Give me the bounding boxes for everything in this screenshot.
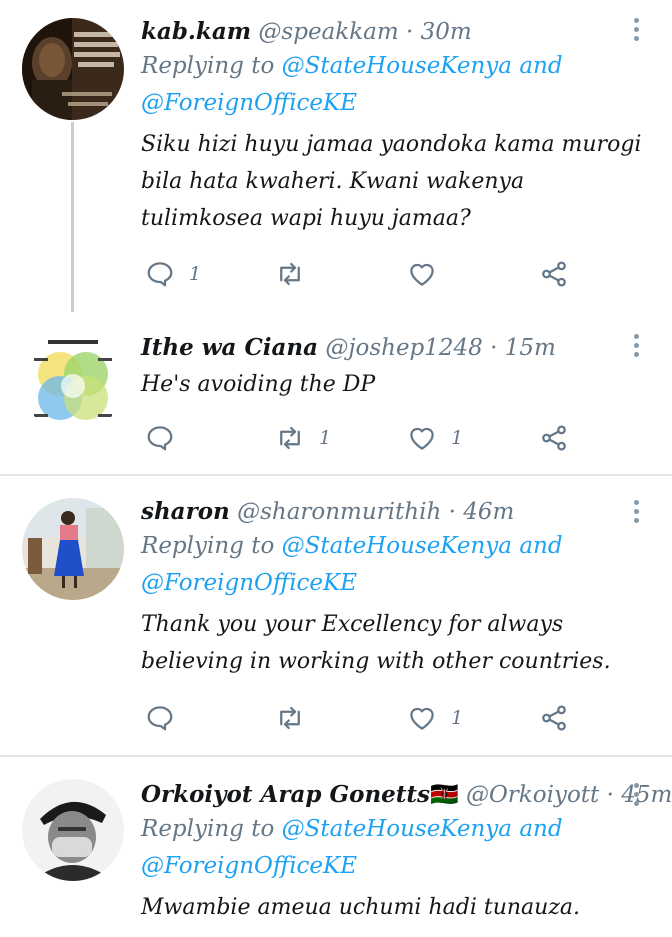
retweet-button[interactable] [275, 254, 319, 294]
retweet-icon [280, 426, 300, 450]
timestamp[interactable]: 30m [421, 19, 472, 45]
timestamp[interactable]: 15m [505, 335, 556, 361]
replying-to: Replying to @StateHouseKenya and @Foreig… [141, 811, 642, 885]
reply-button[interactable] [145, 418, 189, 458]
mention-link[interactable]: @StateHouseKenya [282, 53, 512, 79]
retweet-icon [280, 706, 300, 730]
mention-link[interactable]: @StateHouseKenya [282, 816, 512, 842]
mention-link[interactable]: @StateHouseKenya [282, 533, 512, 559]
avatar[interactable] [22, 18, 124, 120]
replying-to-label: Replying to [141, 816, 275, 842]
share-icon [542, 425, 566, 451]
display-name[interactable]: Orkoiyot Arap Gonetts [141, 781, 430, 808]
retweet-icon [280, 262, 300, 286]
tweet-body: kab.kam @speakkam · 30m Replying to @Sta… [141, 16, 642, 237]
heart-icon [410, 427, 434, 450]
tweet-actions: 1 1 [141, 418, 581, 458]
share-icon [542, 261, 566, 287]
venn-diagram-avatar-icon [22, 332, 124, 434]
reply-icon [147, 706, 173, 731]
replying-to: Replying to @StateHouseKenya and @Foreig… [141, 528, 642, 602]
more-options-icon[interactable] [630, 783, 642, 811]
reply-icon [147, 262, 173, 287]
thread-line [71, 122, 74, 312]
retweet-button[interactable]: 1 [275, 418, 331, 458]
display-name[interactable]: kab.kam [141, 18, 251, 45]
tweet-actions: 1 [141, 254, 581, 294]
and-label: and [519, 53, 563, 79]
kenya-flag-icon: 🇰🇪 [430, 782, 459, 808]
display-name[interactable]: Ithe wa Ciana [141, 334, 318, 361]
user-handle[interactable]: @sharonmurithih [237, 499, 441, 525]
separator-dot: · [405, 19, 414, 45]
tweet[interactable]: kab.kam @speakkam · 30m Replying to @Sta… [0, 0, 672, 320]
user-handle[interactable]: @Orkoiyott [466, 782, 599, 808]
heart-icon [410, 263, 434, 286]
tweet-body: sharon @sharonmurithih · 46m Replying to… [141, 496, 642, 680]
like-count: 1 [451, 427, 464, 449]
timestamp[interactable]: 46m [463, 499, 514, 525]
tweet-feed: kab.kam @speakkam · 30m Replying to @Sta… [0, 0, 672, 937]
mention-link[interactable]: @ForeignOfficeKE [141, 570, 357, 596]
tweet-text: Siku hizi huyu jamaa yaondoka kama murog… [141, 132, 642, 231]
tweet[interactable]: Orkoiyot Arap Gonetts🇰🇪 @Orkoiyott · 45m… [0, 757, 672, 937]
tweet-header: sharon @sharonmurithih · 46m [141, 496, 642, 528]
tweet-actions: 1 [141, 698, 581, 738]
user-handle[interactable]: @joshep1248 [325, 335, 482, 361]
share-button[interactable] [539, 254, 569, 294]
tweet-body: Orkoiyot Arap Gonetts🇰🇪 @Orkoiyott · 45m… [141, 779, 672, 926]
like-button[interactable] [407, 254, 451, 294]
avatar[interactable] [22, 498, 124, 600]
share-button[interactable] [539, 698, 569, 738]
more-options-icon[interactable] [630, 500, 642, 528]
more-options-icon[interactable] [630, 334, 642, 362]
tweet-text: He's avoiding the DP [141, 372, 376, 397]
and-label: and [519, 816, 563, 842]
separator-dot: · [606, 782, 614, 808]
retweet-count: 1 [319, 427, 332, 449]
replying-to-label: Replying to [141, 53, 275, 79]
separator-dot: · [490, 335, 498, 361]
tweet-header: Orkoiyot Arap Gonetts🇰🇪 @Orkoiyott · 45m [141, 779, 672, 811]
reply-button[interactable]: 1 [145, 254, 201, 294]
reply-button[interactable] [145, 698, 189, 738]
heart-icon [410, 707, 434, 730]
tweet[interactable]: Ithe wa Ciana @joshep1248 · 15m He's avo… [0, 320, 672, 475]
avatar[interactable] [22, 779, 124, 881]
separator-dot: · [448, 499, 456, 525]
share-button[interactable] [539, 418, 569, 458]
tweet-header: Ithe wa Ciana @joshep1248 · 15m [141, 332, 642, 364]
retweet-button[interactable] [275, 698, 319, 738]
mlk-quote-avatar-icon [22, 18, 124, 120]
reply-count: 1 [189, 263, 202, 285]
replying-to: Replying to @StateHouseKenya and @Foreig… [141, 48, 642, 122]
mention-link[interactable]: @ForeignOfficeKE [141, 90, 357, 116]
like-button[interactable]: 1 [407, 698, 463, 738]
reply-icon [147, 426, 173, 451]
more-options-icon[interactable] [630, 18, 642, 46]
woman-blue-dress-avatar-icon [22, 498, 124, 600]
like-button[interactable]: 1 [407, 418, 463, 458]
like-count: 1 [451, 707, 464, 729]
display-name[interactable]: sharon [141, 498, 230, 525]
replying-to-label: Replying to [141, 533, 275, 559]
tweet-text: Thank you your Excellency for always bel… [141, 612, 611, 674]
mention-link[interactable]: @ForeignOfficeKE [141, 853, 357, 879]
share-icon [542, 705, 566, 731]
tweet-text: Mwambie ameua uchumi hadi tunauza. [141, 895, 581, 920]
tweet-body: Ithe wa Ciana @joshep1248 · 15m He's avo… [141, 332, 642, 403]
timestamp[interactable]: 45m [621, 782, 672, 808]
user-handle[interactable]: @speakkam [258, 19, 398, 45]
tweet[interactable]: sharon @sharonmurithih · 46m Replying to… [0, 476, 672, 755]
tweet-header: kab.kam @speakkam · 30m [141, 16, 642, 48]
avatar[interactable] [22, 332, 124, 434]
and-label: and [519, 533, 563, 559]
masked-man-avatar-icon [22, 779, 124, 881]
